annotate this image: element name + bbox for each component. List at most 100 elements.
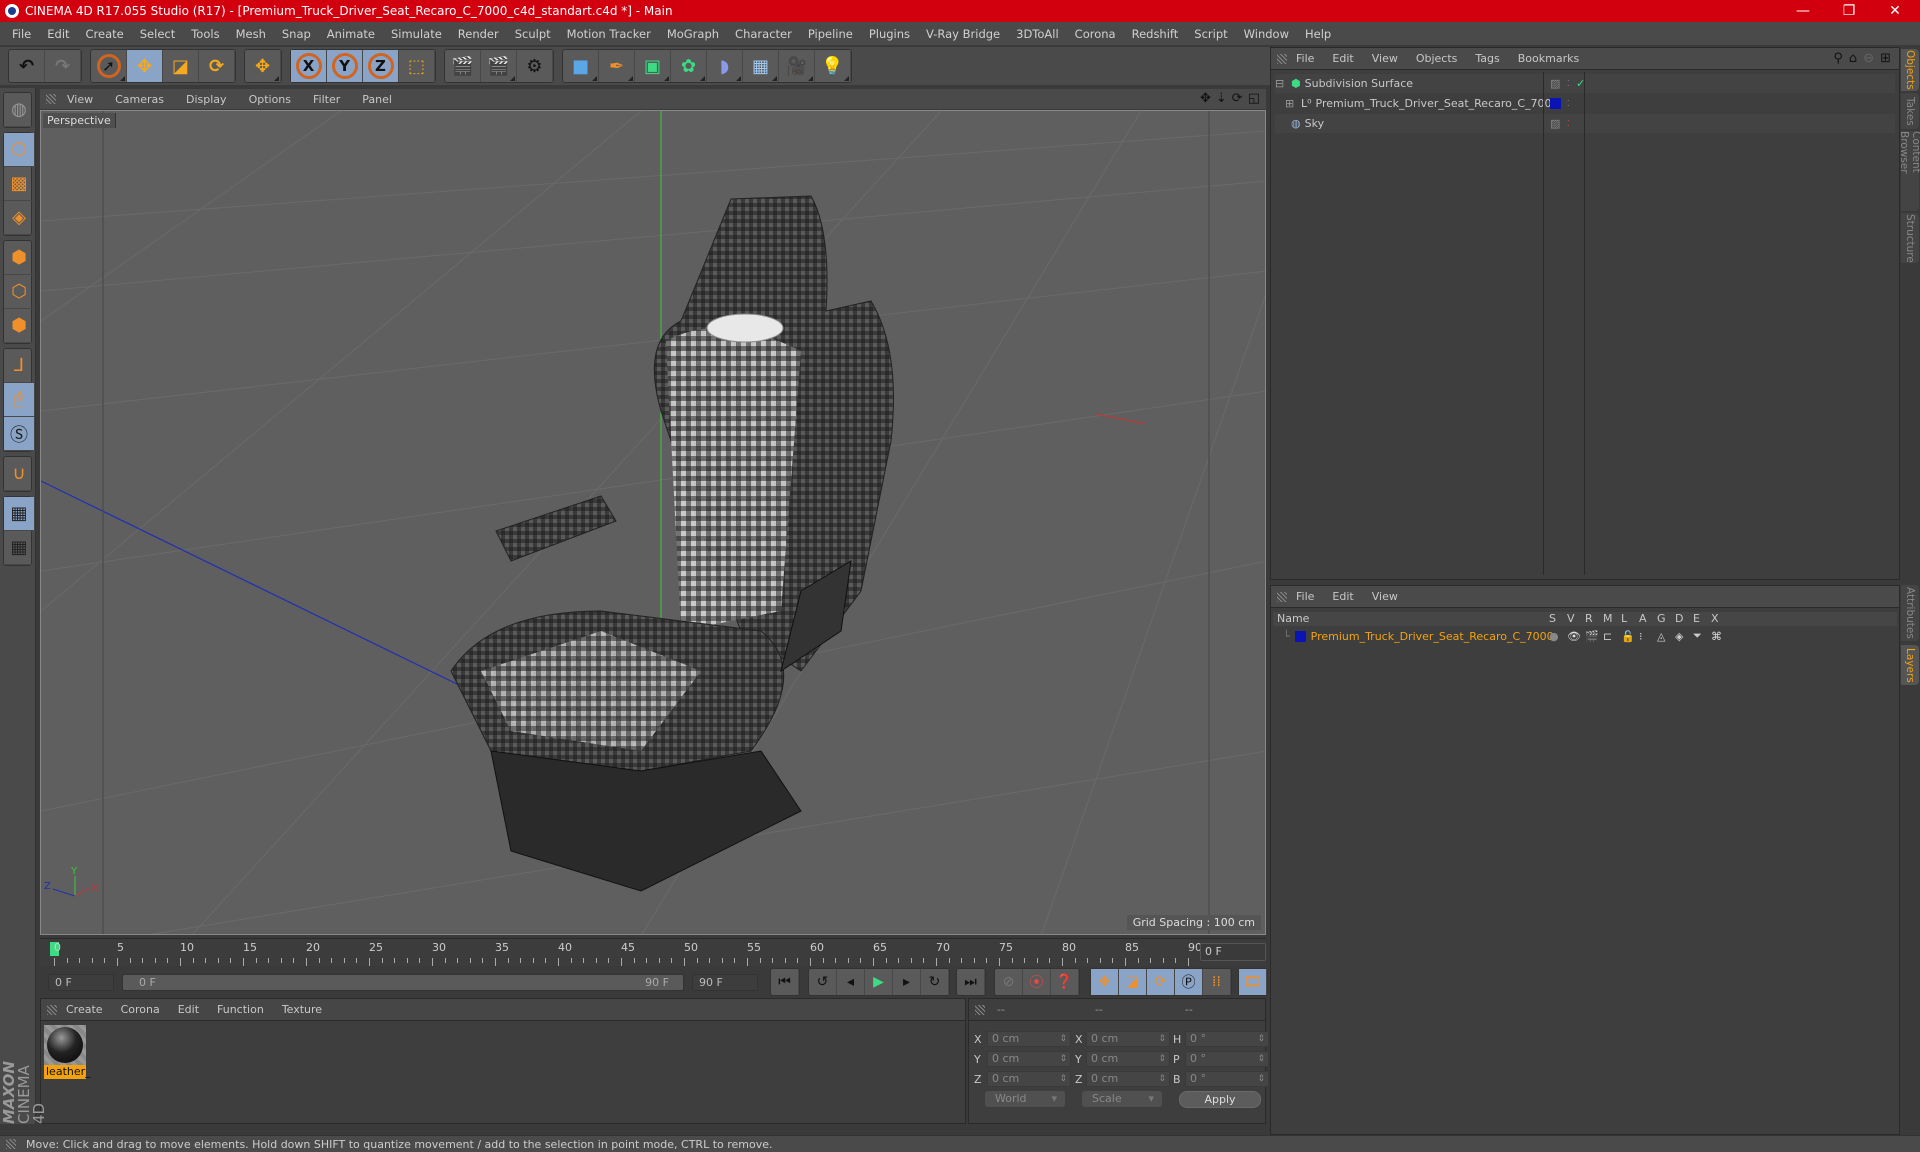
key-rotation-icon[interactable]: ⟳ (1147, 969, 1175, 995)
rot-h-field[interactable]: 0 ° (1185, 1031, 1269, 1047)
material-menu-create[interactable]: Create (57, 1003, 112, 1016)
menu-motion-tracker[interactable]: Motion Tracker (559, 27, 659, 41)
tab-layers[interactable]: Layers (1901, 645, 1919, 685)
tab-structure[interactable]: Structure (1901, 213, 1919, 263)
menu-create[interactable]: Create (78, 27, 132, 41)
minimize-button[interactable]: — (1780, 0, 1826, 22)
lock-toggle-icon[interactable]: 🔓 (1621, 630, 1635, 643)
edges-mode-icon[interactable]: ⬡ (4, 275, 34, 309)
layer-row[interactable]: └ Premium_Truck_Driver_Seat_Recaro_C_700… (1275, 628, 1895, 644)
material-menu-corona[interactable]: Corona (112, 1003, 169, 1016)
collapse-icon[interactable]: ⊟ (1275, 77, 1287, 90)
object-row[interactable]: ⊞ L⁰ Premium_Truck_Driver_Seat_Recaro_C_… (1275, 94, 1895, 113)
close-button[interactable]: ✕ (1872, 0, 1918, 22)
animation-toggle-icon[interactable]: ⁝ (1639, 630, 1643, 643)
objects-menu-file[interactable]: File (1287, 52, 1323, 65)
visible-toggle-icon[interactable]: 👁 (1567, 630, 1581, 643)
scale-icon[interactable]: ◪ (163, 50, 199, 82)
pos-z-field[interactable]: 0 cm (987, 1071, 1071, 1087)
key-position-icon[interactable]: ✥ (1091, 969, 1119, 995)
object-row[interactable]: ◍ Sky ▨ ⁚ (1275, 114, 1895, 133)
deformer-icon[interactable]: ◗ (707, 50, 743, 82)
camera-icon[interactable]: 🎥 (779, 50, 815, 82)
panel-grip-icon[interactable] (47, 1004, 57, 1015)
viewport-menu-view[interactable]: View (56, 93, 104, 106)
menu-window[interactable]: Window (1236, 27, 1297, 41)
prev-frame-icon[interactable]: ◂ (837, 969, 865, 995)
z-axis-icon[interactable]: Z (363, 50, 399, 82)
deformers-toggle-icon[interactable]: ◈ (1675, 630, 1683, 643)
menu-vray-bridge[interactable]: V-Ray Bridge (918, 27, 1008, 41)
current-frame-field[interactable]: 0 F (1200, 943, 1266, 961)
polygons-mode-icon[interactable]: ⬢ (4, 309, 34, 343)
goto-start-icon[interactable]: ⏮ (771, 969, 799, 995)
objects-menu-objects[interactable]: Objects (1407, 52, 1467, 65)
frame-range-slider[interactable]: 0 F 90 F (122, 974, 684, 991)
texture-mode-icon[interactable]: ▩ (4, 167, 34, 201)
pan-view-icon[interactable]: ✥ (1200, 91, 1211, 106)
menu-redshift[interactable]: Redshift (1124, 27, 1187, 41)
objects-menu-edit[interactable]: Edit (1323, 52, 1362, 65)
planar-workplane-icon[interactable]: ▦ (4, 531, 34, 565)
next-frame-icon[interactable]: ▸ (893, 969, 921, 995)
xref-toggle-icon[interactable]: ⌘ (1711, 630, 1722, 643)
record-key-icon[interactable]: ⦿ (1023, 969, 1051, 995)
play-icon[interactable]: ▶ (865, 969, 893, 995)
truck-seat-model[interactable] (450, 195, 894, 892)
objects-menu-tags[interactable]: Tags (1466, 52, 1508, 65)
enable-axis-icon[interactable]: ⅃ (4, 349, 34, 383)
menu-mesh[interactable]: Mesh (228, 27, 274, 41)
coordinate-system-icon[interactable]: ⬚ (399, 50, 435, 82)
new-view-icon[interactable]: ⊞ (1880, 51, 1891, 66)
coordinate-mode-dropdown[interactable]: World (985, 1091, 1065, 1107)
menu-tools[interactable]: Tools (183, 27, 227, 41)
y-axis-icon[interactable]: Y (327, 50, 363, 82)
menu-script[interactable]: Script (1186, 27, 1235, 41)
tab-content-browser[interactable]: Content Browser (1898, 131, 1920, 211)
search-icon[interactable]: ⚲ (1833, 51, 1843, 66)
undo-icon[interactable]: ↶ (9, 50, 45, 82)
key-parameter-icon[interactable]: Ⓟ (1175, 969, 1203, 995)
solo-icon[interactable]: Ⓢ (4, 417, 34, 451)
make-editable-icon[interactable]: ◍ (4, 93, 34, 127)
home-icon[interactable]: ⌂ (1849, 51, 1857, 66)
panel-grip-icon[interactable] (46, 94, 56, 104)
panel-grip-icon[interactable] (1277, 53, 1287, 64)
end-frame-field[interactable]: 90 F (692, 974, 758, 991)
viewport-menu-display[interactable]: Display (175, 93, 238, 106)
start-frame-field[interactable]: 0 F (48, 974, 114, 991)
move-icon[interactable]: ✥ (127, 50, 163, 82)
material-menu-texture[interactable]: Texture (273, 1003, 331, 1016)
render-settings-icon[interactable]: ⚙ (517, 50, 553, 82)
menu-corona[interactable]: Corona (1067, 27, 1124, 41)
viewport-menu-panel[interactable]: Panel (351, 93, 403, 106)
pen-icon[interactable]: ✒ (599, 50, 635, 82)
3d-viewport[interactable]: Y Z X Perspective Grid Spacing : 100 cm (40, 110, 1266, 935)
tab-takes[interactable]: Takes (1901, 93, 1919, 129)
menu-animate[interactable]: Animate (319, 27, 383, 41)
menu-file[interactable]: File (4, 27, 39, 41)
material-menu-function[interactable]: Function (208, 1003, 273, 1016)
layers-menu-view[interactable]: View (1363, 590, 1407, 603)
viewport-menu-options[interactable]: Options (238, 93, 302, 106)
maximize-button[interactable]: ❐ (1826, 0, 1872, 22)
points-mode-icon[interactable]: ⬢ (4, 241, 34, 275)
visibility-dots-icon[interactable]: ⁚ (1567, 79, 1570, 88)
floor-icon[interactable]: ▦ (743, 50, 779, 82)
next-key-icon[interactable]: ↻ (921, 969, 949, 995)
live-select-icon[interactable]: ✥ (245, 50, 281, 82)
size-x-field[interactable]: 0 cm (1086, 1031, 1170, 1047)
rotate-icon[interactable]: ⟳ (199, 50, 235, 82)
zoom-view-icon[interactable]: ⇣ (1216, 91, 1227, 106)
timeline-window-icon[interactable]: 🎞 (1239, 969, 1267, 995)
objects-menu-view[interactable]: View (1363, 52, 1407, 65)
viewport-menu-cameras[interactable]: Cameras (104, 93, 175, 106)
panel-grip-icon[interactable] (1277, 591, 1287, 602)
menu-mograph[interactable]: MoGraph (659, 27, 727, 41)
model-mode-icon[interactable]: ⬡ (4, 133, 34, 167)
solo-toggle-icon[interactable]: ● (1549, 630, 1559, 643)
rotate-view-icon[interactable]: ⟳ (1232, 91, 1243, 106)
light-icon[interactable]: 💡 (815, 50, 851, 82)
transform-mode-dropdown[interactable]: Scale (1082, 1091, 1162, 1107)
prev-key-icon[interactable]: ↺ (809, 969, 837, 995)
